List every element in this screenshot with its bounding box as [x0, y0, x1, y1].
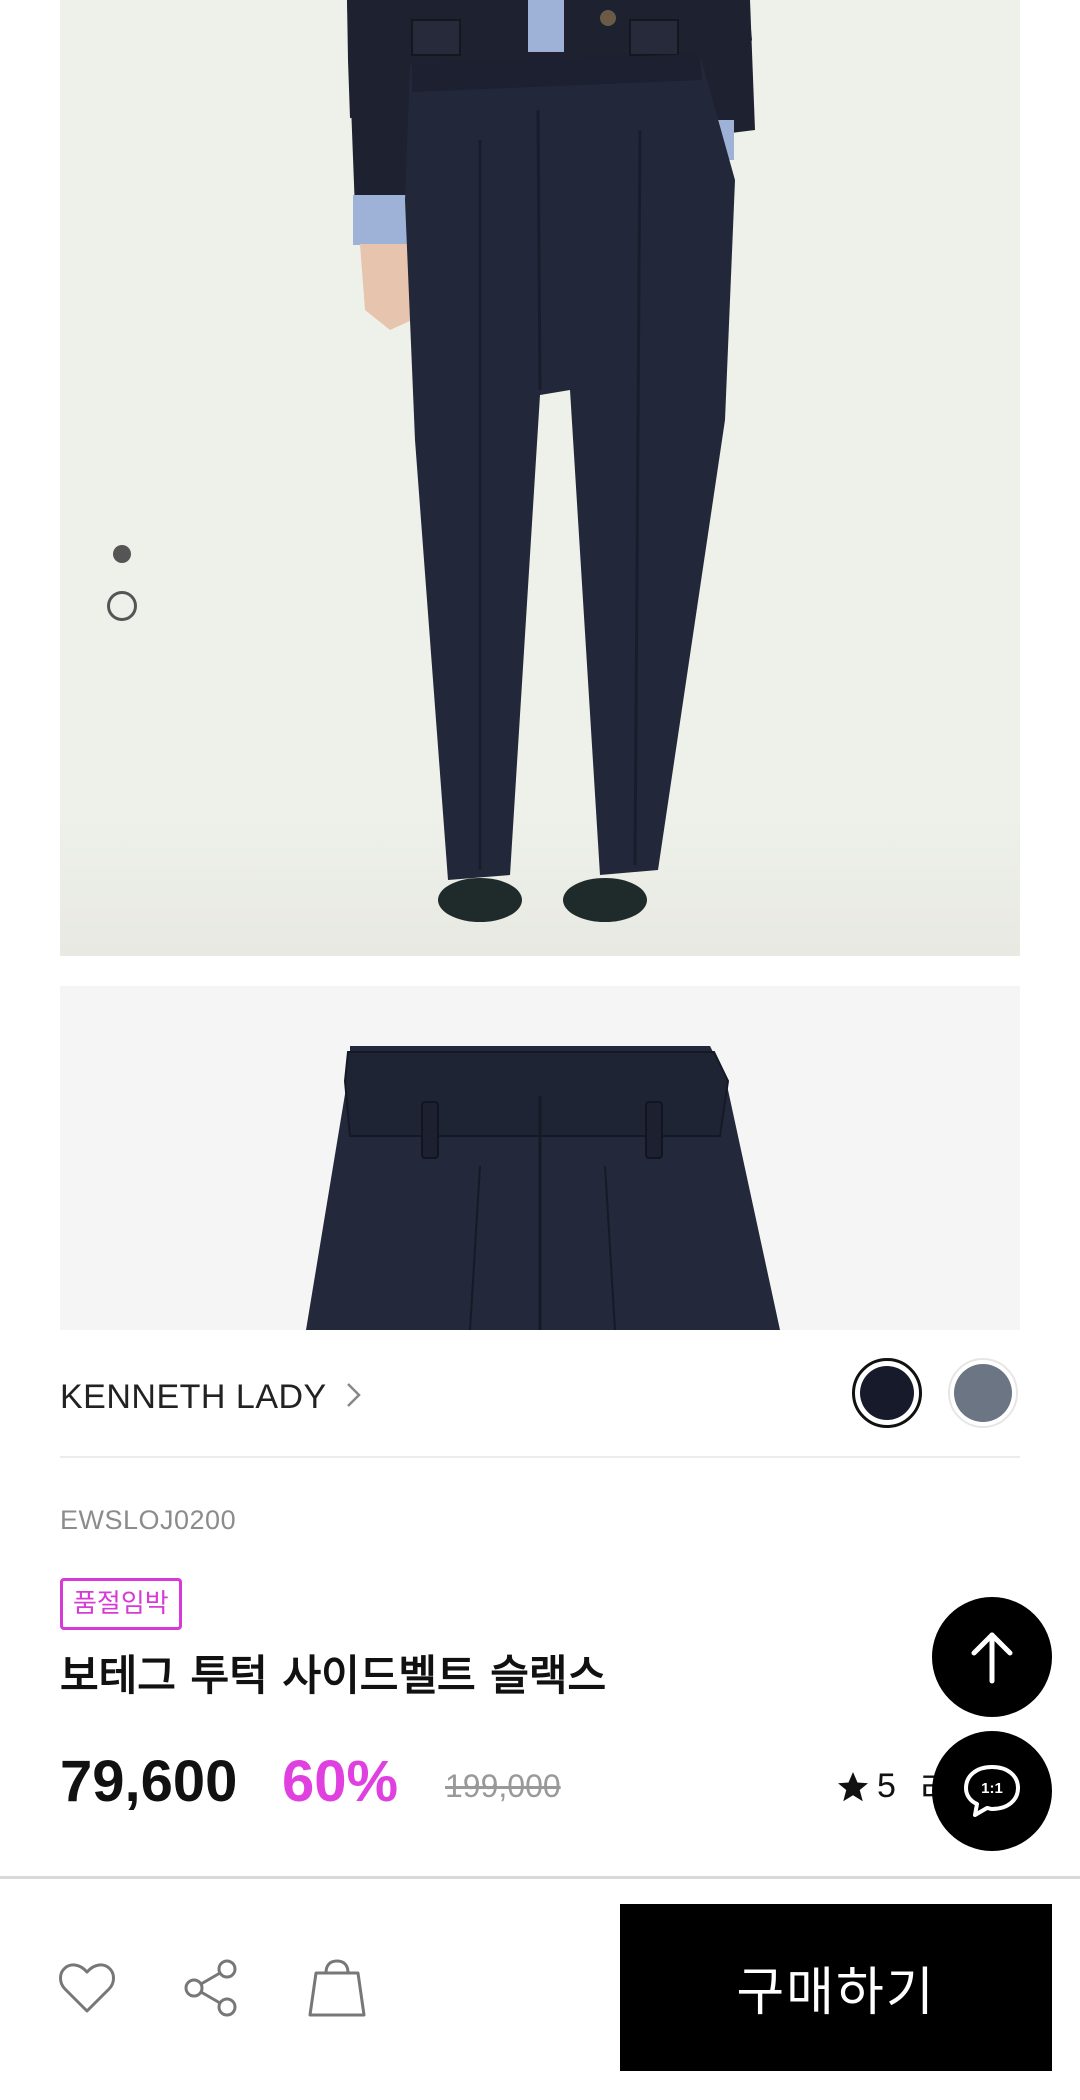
chat-button[interactable]: 1:1: [932, 1731, 1052, 1851]
product-sku: EWSLOJ0200: [60, 1505, 237, 1535]
slacks-flatlay-illustration: [306, 1046, 780, 1330]
product-title: 보테그 투턱 사이드벨트 슬랙스: [60, 1651, 607, 1700]
product-image-detail[interactable]: [60, 986, 1020, 1330]
brand-row: KENNETH LADY: [60, 1340, 1020, 1458]
share-icon[interactable]: [180, 1957, 242, 2019]
color-swatch-gray[interactable]: [948, 1358, 1018, 1428]
status-badge: 품절임박: [60, 1578, 182, 1630]
shopping-bag-icon[interactable]: [306, 1957, 368, 2019]
chat-1to1-icon: 1:1: [964, 1765, 1020, 1817]
original-price: 199,000: [445, 1768, 561, 1804]
brand-link[interactable]: KENNETH LADY: [60, 1378, 327, 1417]
pagination-dot[interactable]: [107, 591, 137, 621]
bottom-action-bar: 구매하기: [0, 1876, 1080, 2100]
sale-price: 79,600: [60, 1749, 238, 1814]
model-illustration: [347, 0, 755, 922]
color-swatch-navy[interactable]: [852, 1358, 922, 1428]
image-pagination[interactable]: [107, 545, 137, 625]
heart-icon[interactable]: [56, 1957, 118, 2019]
pagination-dot-active[interactable]: [113, 545, 131, 563]
discount-rate: 60%: [282, 1749, 399, 1814]
product-image-main[interactable]: [60, 0, 1020, 956]
chevron-right-icon[interactable]: [338, 1380, 368, 1410]
arrow-up-icon: [971, 1632, 1013, 1684]
chat-label: 1:1: [981, 1780, 1003, 1797]
rating-value: 5: [877, 1767, 896, 1805]
star-icon: [838, 1771, 868, 1801]
buy-button[interactable]: 구매하기: [620, 1904, 1052, 2071]
scroll-top-button[interactable]: [932, 1597, 1052, 1717]
